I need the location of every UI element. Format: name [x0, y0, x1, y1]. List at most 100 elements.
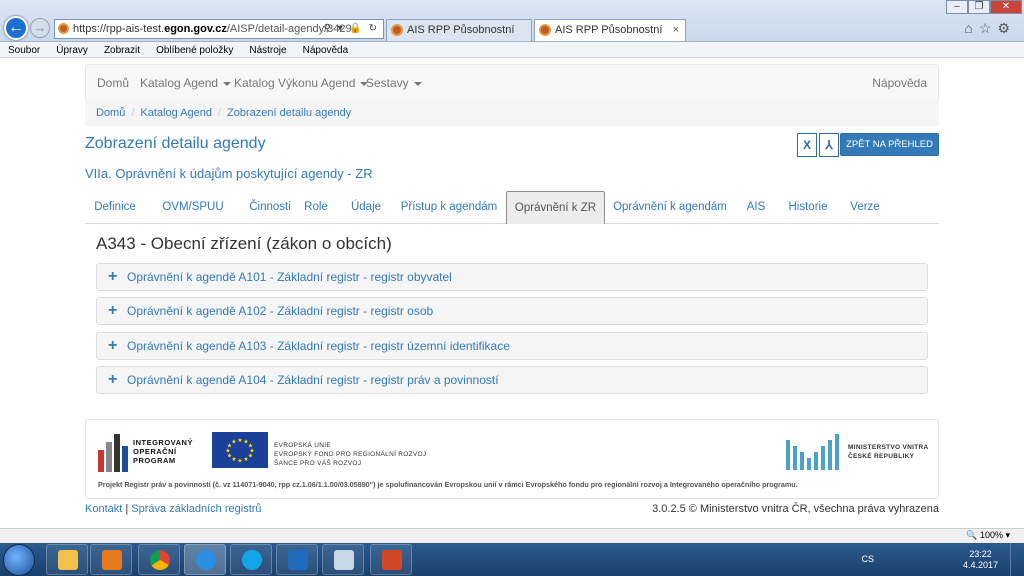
plus-icon: + — [108, 302, 118, 319]
close-window-button[interactable]: ✕ — [990, 0, 1022, 14]
chrome-icon — [150, 550, 170, 570]
registers-admin-link[interactable]: Správa základních registrů — [131, 503, 261, 515]
nav-execution-catalog-label: Katalog Výkonu Agend — [234, 76, 356, 90]
nav-agenda-catalog-label: Katalog Agend — [140, 76, 219, 90]
tab-versions[interactable]: Verze — [844, 191, 886, 224]
media-player-icon — [102, 550, 122, 570]
back-arrow-icon: ← — [8, 19, 24, 36]
taskbar-snipping-tool[interactable] — [322, 544, 364, 575]
iop-line: INTEGROVANÝ — [133, 438, 193, 447]
zoom-value: 100% — [979, 530, 1003, 540]
copyright-text: 3.0.2.5 © Ministerstvo vnitra ČR, všechn… — [652, 503, 939, 515]
url-domain: egon.gov.cz — [164, 23, 227, 35]
snipping-tool-icon — [334, 550, 354, 570]
system-clock[interactable]: 23:22 4.4.2017 — [963, 549, 998, 571]
maximize-button[interactable]: ❐ — [968, 0, 990, 14]
plus-icon: + — [108, 337, 118, 354]
permission-panel-a104[interactable]: + Oprávnění k agendě A104 - Základní regi… — [96, 366, 928, 394]
export-pdf-icon[interactable]: ⅄ — [819, 133, 839, 157]
tab-ais[interactable]: AIS — [740, 191, 772, 224]
taskbar-outlook[interactable] — [276, 544, 318, 575]
nav-help[interactable]: Nápověda — [872, 65, 927, 101]
permission-panel-a103[interactable]: + Oprávnění k agendě A103 - Základní regi… — [96, 332, 928, 360]
internet-explorer-icon — [196, 550, 216, 570]
browser-tab-1[interactable]: AIS RPP Působnostní — [386, 19, 532, 41]
tab-history[interactable]: Historie — [784, 191, 832, 224]
menu-tools[interactable]: Nástroje — [241, 43, 294, 58]
panel-label: Oprávnění k agendě A104 - Základní regis… — [127, 373, 499, 387]
close-tab-icon[interactable]: × — [673, 20, 679, 40]
nav-reports-label: Sestavy — [366, 76, 409, 90]
language-indicator[interactable]: CS — [861, 554, 874, 564]
clock-time: 23:22 — [969, 549, 992, 559]
tab-activities[interactable]: Činnosti — [235, 191, 305, 224]
taskbar-media-player[interactable] — [90, 544, 132, 575]
nav-agenda-catalog[interactable]: Katalog Agend — [140, 65, 232, 101]
favorites-star-icon[interactable]: ☆ — [979, 20, 998, 36]
address-bar[interactable]: https://rpp-ais-test.egon.gov.cz/AISP/de… — [54, 19, 384, 39]
forward-arrow-icon: → — [33, 20, 47, 35]
contact-link[interactable]: Kontakt — [85, 503, 122, 515]
taskbar-skype[interactable] — [230, 544, 272, 575]
plus-icon: + — [108, 371, 118, 388]
menu-help[interactable]: Nápověda — [295, 43, 357, 58]
iop-logo: INTEGROVANÝ OPERAČNÍ PROGRAM — [98, 432, 198, 472]
breadcrumb: Domů / Katalog Agend / Zobrazení detailu age… — [85, 100, 939, 126]
tab-zr-permissions[interactable]: Oprávnění k ZR — [506, 191, 605, 224]
ministry-line: MINISTERSTVO VNITRA — [848, 444, 929, 451]
start-button[interactable] — [3, 544, 35, 576]
menu-view[interactable]: Zobrazit — [96, 43, 148, 58]
taskbar-explorer[interactable] — [46, 544, 88, 575]
breadcrumb-home[interactable]: Domů — [96, 107, 125, 119]
tab-favicon-icon — [539, 24, 551, 36]
home-icon[interactable]: ⌂ — [964, 20, 978, 36]
nav-home[interactable]: Domů — [97, 65, 129, 101]
browser-statusbar: 🔍 100% ▾ — [0, 528, 1024, 543]
footer-link-separator: | — [125, 503, 129, 515]
show-desktop-button[interactable] — [1010, 543, 1024, 576]
zoom-level[interactable]: 🔍 100% ▾ — [966, 530, 1010, 541]
top-navbar: Domů Katalog Agend Katalog Výkonu Agend … — [85, 64, 939, 102]
skype-icon — [242, 550, 262, 570]
menu-edit[interactable]: Úpravy — [48, 43, 96, 58]
tab-definition[interactable]: Definice — [85, 191, 145, 224]
menu-file[interactable]: Soubor — [0, 43, 48, 58]
export-excel-icon[interactable]: X — [797, 133, 817, 157]
panel-label: Oprávnění k agendě A103 - Základní regis… — [127, 339, 510, 353]
forward-button[interactable]: → — [30, 18, 50, 38]
nav-execution-catalog[interactable]: Katalog Výkonu Agend — [234, 65, 369, 101]
tab-agenda-permissions[interactable]: Oprávnění k agendám — [612, 191, 728, 224]
tab-roles[interactable]: Role — [297, 191, 335, 224]
permission-panel-a102[interactable]: + Oprávnění k agendě A102 - Základní regi… — [96, 297, 928, 325]
tab-agenda-access[interactable]: Přístup k agendám — [397, 191, 501, 224]
tab-data[interactable]: Údaje — [343, 191, 389, 224]
eu-line: EVROPSKÝ FOND PRO REGIONÁLNÍ ROZVOJ — [274, 451, 427, 458]
browser-tab-label: AIS RPP Působnostní — [407, 24, 515, 36]
address-actions-icon[interactable]: ⚲ ▾ 🔒 ↻ — [323, 20, 379, 38]
back-to-overview-button[interactable]: ZPĚT NA PŘEHLED — [840, 133, 939, 156]
panel-label: Oprávnění k agendě A102 - Základní regis… — [127, 304, 434, 318]
menu-favorites[interactable]: Oblíbené položky — [148, 43, 241, 58]
ministry-line: ČESKÉ REPUBLIKY — [848, 453, 915, 460]
eu-flag-icon: ★ ★ ★ ★ ★ ★ ★ ★ ★ ★ ★ ★ — [212, 432, 268, 468]
eu-line: EVROPSKÁ UNIE — [274, 442, 331, 449]
nav-reports[interactable]: Sestavy — [366, 65, 422, 101]
breadcrumb-current: Zobrazení detailu agendy — [227, 107, 352, 119]
minimize-button[interactable]: – — [946, 0, 968, 14]
breadcrumb-agenda-catalog[interactable]: Katalog Agend — [140, 107, 212, 119]
iop-line: PROGRAM — [133, 456, 176, 465]
taskbar-chrome[interactable] — [138, 544, 180, 575]
folder-icon — [58, 550, 78, 570]
tab-ovm-spuu[interactable]: OVM/SPUU — [151, 191, 235, 224]
clock-date: 4.4.2017 — [962, 560, 998, 570]
browser-chrome: – ❐ ✕ ← → https://rpp-ais-test.egon.gov.… — [0, 0, 1024, 42]
zoom-icon: 🔍 — [966, 530, 978, 540]
outlook-icon — [288, 550, 308, 570]
taskbar-internet-explorer[interactable] — [184, 544, 226, 575]
permission-panel-a101[interactable]: + Oprávnění k agendě A101 - Základní regi… — [96, 263, 928, 291]
taskbar-powerpoint[interactable] — [370, 544, 412, 575]
settings-gear-icon[interactable]: ⚙ — [997, 20, 1016, 36]
back-button[interactable]: ← — [4, 16, 28, 40]
browser-tab-2[interactable]: AIS RPP Působnostní × — [534, 19, 686, 41]
panel-label: Oprávnění k agendě A101 - Základní regis… — [127, 270, 452, 284]
